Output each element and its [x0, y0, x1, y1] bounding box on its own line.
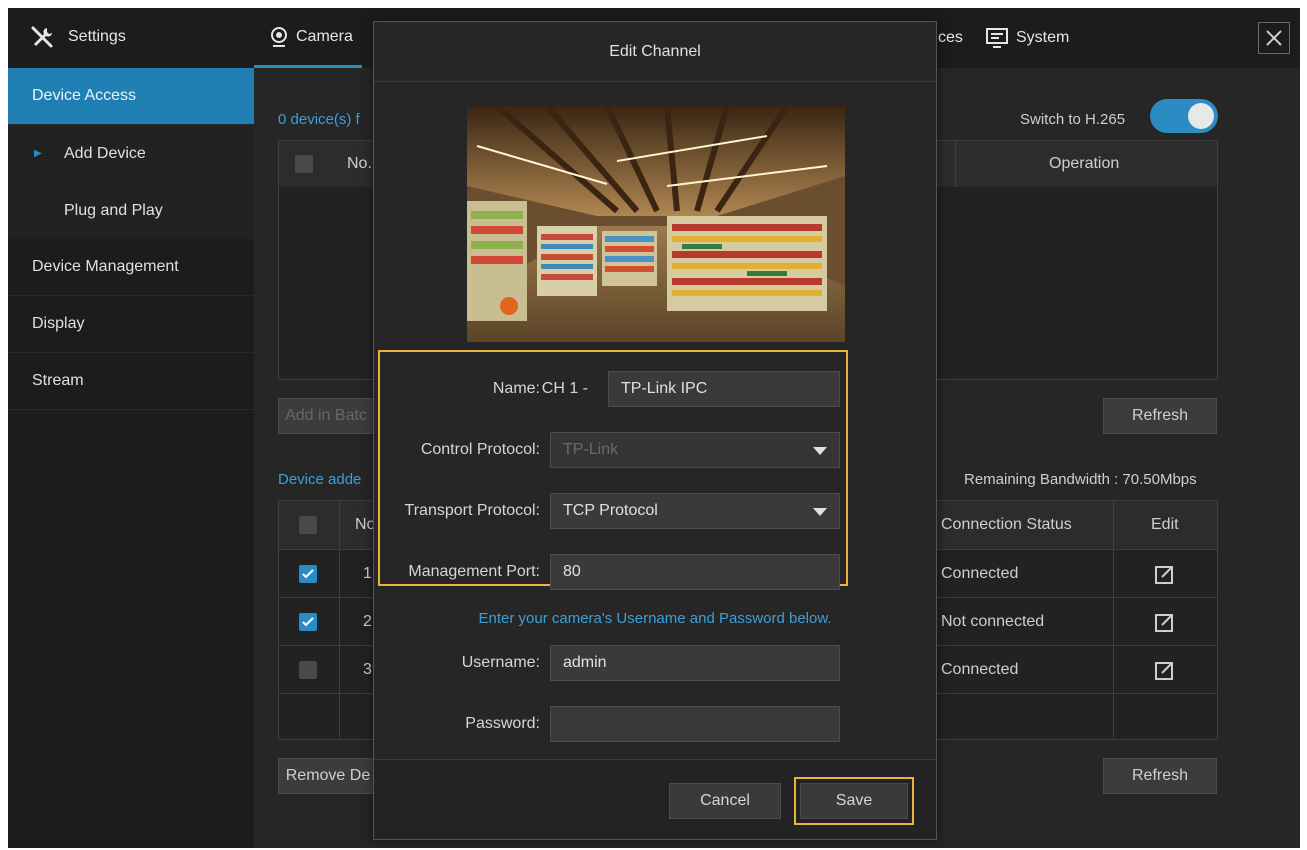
camera-icon: [271, 26, 287, 47]
checkmark-icon: [302, 617, 314, 627]
edit-icon[interactable]: [1155, 660, 1175, 680]
header-connection-status: Connection Status: [941, 516, 1072, 533]
management-port-input[interactable]: 80: [550, 554, 840, 590]
sidebar-item-display[interactable]: Display: [8, 296, 254, 353]
sidebar-item-device-access[interactable]: Device Access: [8, 68, 254, 125]
caret-right-icon: ▶: [34, 148, 42, 159]
sidebar-item-label: Device Management: [32, 258, 179, 275]
app-window: Settings Camera ces System Device Access…: [8, 8, 1300, 848]
sidebar-item-label: Plug and Play: [64, 201, 163, 219]
sidebar-item-stream[interactable]: Stream: [8, 353, 254, 410]
header-edit: Edit: [1151, 516, 1179, 533]
edit-icon[interactable]: [1155, 612, 1175, 632]
select-all-checkbox[interactable]: [295, 155, 313, 173]
control-protocol-select[interactable]: TP-Link: [550, 432, 840, 468]
name-prefix: CH 1 -: [541, 380, 588, 397]
tab-devices[interactable]: ces: [938, 8, 963, 68]
dialog-title: Edit Channel: [609, 42, 701, 60]
row-number: 2: [363, 613, 372, 630]
edit-icon[interactable]: [1155, 564, 1175, 584]
refresh-label: Refresh: [1131, 407, 1189, 424]
transport-protocol-value: TCP Protocol: [563, 502, 658, 519]
name-input[interactable]: TP-Link IPC: [608, 371, 840, 407]
device-added-text: Device adde: [278, 471, 362, 488]
checkmark-icon: [302, 569, 314, 579]
refresh-button-bottom[interactable]: Refresh: [1103, 758, 1217, 794]
column-divider: [955, 141, 956, 187]
remaining-bandwidth-text: Remaining Bandwidth : 70.50Mbps: [964, 471, 1197, 488]
found-devices-text: 0 device(s) f: [278, 111, 360, 128]
add-in-batch-button[interactable]: Add in Batc: [278, 398, 374, 434]
control-protocol-label: Control Protocol:: [420, 441, 540, 458]
username-label: Username:: [461, 654, 540, 671]
tab-camera[interactable]: Camera: [254, 8, 362, 68]
sidebar-item-device-management[interactable]: Device Management: [8, 239, 254, 296]
sidebar-item-label: Display: [32, 315, 85, 332]
tab-system-label: System: [1016, 29, 1070, 46]
transport-protocol-select[interactable]: TCP Protocol: [550, 493, 840, 529]
remove-device-button[interactable]: Remove De: [278, 758, 378, 794]
camera-preview-image: [467, 106, 845, 342]
refresh-label: Refresh: [1131, 767, 1189, 784]
cancel-button[interactable]: Cancel: [669, 783, 781, 819]
control-protocol-value: TP-Link: [563, 441, 619, 458]
header-operation: Operation: [1049, 155, 1120, 172]
sidebar-item-label: Stream: [32, 372, 84, 389]
add-in-batch-label: Add in Batc: [285, 407, 367, 424]
edit-channel-dialog: Edit Channel Name: CH 1 - TP-Link IPC Co…: [373, 21, 937, 840]
camera-preview: [467, 106, 845, 342]
sidebar-item-label: Add Device: [64, 144, 146, 162]
settings-label: Settings: [68, 28, 126, 45]
tools-icon: [31, 26, 53, 48]
management-port-label: Management Port:: [408, 563, 540, 580]
monitor-icon: [986, 28, 1008, 48]
credentials-hint: Enter your camera's Username and Passwor…: [478, 610, 832, 627]
sidebar: Device Access ▶ Add Device Plug and Play…: [8, 68, 254, 848]
save-label: Save: [835, 792, 873, 809]
row-number: 3: [363, 661, 372, 678]
row-number: 1: [363, 565, 372, 582]
row-status: Connected: [941, 661, 1019, 678]
refresh-button[interactable]: Refresh: [1103, 398, 1217, 434]
row-checkbox[interactable]: [299, 661, 317, 679]
name-label: Name:: [492, 380, 540, 397]
settings-title: Settings: [30, 25, 126, 49]
close-icon: [1266, 30, 1282, 46]
username-input[interactable]: admin: [550, 645, 840, 681]
chevron-down-icon: [813, 508, 827, 516]
tab-camera-label: Camera: [296, 27, 353, 45]
transport-protocol-label: Transport Protocol:: [404, 502, 540, 519]
password-input[interactable]: [550, 706, 840, 742]
chevron-down-icon: [813, 447, 827, 455]
row-checkbox[interactable]: [299, 613, 317, 631]
row-status: Not connected: [941, 613, 1045, 630]
header-no: No.: [347, 155, 372, 172]
sidebar-item-label: Device Access: [32, 87, 137, 104]
row-checkbox[interactable]: [299, 565, 317, 583]
username-value: admin: [563, 654, 607, 671]
switch-h265-label: Switch to H.265: [1020, 111, 1126, 128]
select-all-checkbox[interactable]: [299, 516, 317, 534]
name-value: TP-Link IPC: [621, 380, 708, 397]
sidebar-item-plug-and-play[interactable]: Plug and Play: [8, 182, 254, 239]
save-button[interactable]: Save: [800, 783, 908, 819]
sidebar-item-add-device[interactable]: ▶ Add Device: [8, 125, 254, 182]
toggle-knob: [1188, 103, 1214, 129]
row-status: Connected: [941, 565, 1019, 582]
tab-system[interactable]: System: [986, 8, 1069, 68]
password-label: Password:: [465, 715, 540, 732]
close-button[interactable]: [1258, 22, 1290, 54]
cancel-label: Cancel: [700, 792, 750, 809]
tab-devices-label: ces: [938, 29, 963, 46]
dialog-header: Edit Channel: [374, 22, 936, 82]
dialog-footer: Cancel Save: [374, 759, 936, 839]
switch-h265-toggle[interactable]: [1150, 99, 1218, 133]
management-port-value: 80: [563, 563, 581, 580]
remove-device-label: Remove De: [285, 767, 371, 784]
